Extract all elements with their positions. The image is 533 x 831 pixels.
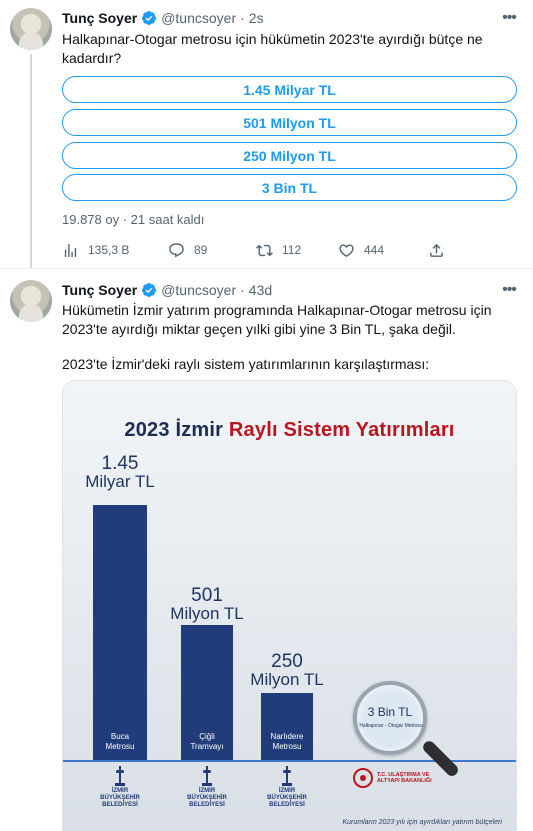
- retweet-icon: [256, 244, 273, 256]
- chart-category-label: Halkapınar - Otogar Metrosu: [359, 723, 423, 729]
- retweet-button[interactable]: 112: [256, 242, 301, 259]
- author-name[interactable]: Tunç Soyer: [62, 282, 137, 298]
- like-count: 444: [364, 243, 385, 257]
- tweet-text-2: 2023'te İzmir'deki raylı sistem yatırıml…: [62, 356, 430, 372]
- author-handle[interactable]: @tuncsoyer: [161, 10, 236, 26]
- izmir-municipality-logo: İZMİR BÜYÜKŞEHİR BELEDİYESİ: [255, 766, 319, 809]
- timestamp[interactable]: 2s: [249, 10, 264, 26]
- logo-text-line: İZMİR: [111, 788, 129, 794]
- avatar[interactable]: [10, 8, 52, 50]
- ministry-seal-icon: [353, 768, 373, 788]
- chart-title-part2: Raylı Sistem Yatırımları: [228, 419, 455, 441]
- tweet-divider: [0, 268, 533, 269]
- reply-button[interactable]: 89: [168, 242, 207, 259]
- tweet-text: Hükümetin İzmir yatırım programında Halk…: [62, 302, 492, 337]
- chart-value-label: 3 Bin TL: [367, 705, 413, 719]
- share-icon: [430, 243, 443, 257]
- heart-icon: [339, 243, 354, 257]
- logo-text-line: BÜYÜKŞEHİR: [100, 795, 140, 801]
- share-button[interactable]: [428, 242, 445, 259]
- chart-category-line: Tramvayı: [190, 742, 224, 751]
- chart-title: 2023 İzmir Raylı Sistem Yatırımları: [63, 419, 516, 442]
- more-dots-icon[interactable]: •••: [499, 8, 519, 28]
- logo-text-line: BÜYÜKŞEHİR: [267, 795, 307, 801]
- chart-category-label: Narlıdere Metrosu: [261, 732, 313, 752]
- chart-category-line: Buca: [110, 732, 130, 741]
- chart-value-number: 1.45: [101, 453, 139, 474]
- logo-text-line: BÜYÜKŞEHİR: [187, 795, 227, 801]
- chart-category-line: Metrosu: [272, 742, 302, 751]
- chart-value-number: 250: [271, 651, 303, 672]
- retweet-count: 112: [282, 243, 302, 257]
- poll-option-1[interactable]: 1.45 Milyar TL: [62, 76, 517, 103]
- tweet-header: Tunç Soyer @tuncsoyer · 43d: [62, 280, 272, 300]
- tweet-text: Halkapınar-Otogar metrosu için hükümetin…: [62, 31, 483, 66]
- verified-badge-icon: [142, 283, 157, 297]
- more-dots-icon[interactable]: •••: [499, 280, 519, 300]
- bar-chart-icon: [64, 243, 77, 257]
- logo-text-line: İZMİR: [278, 788, 296, 794]
- chart-value-label: 501 Milyon TL: [161, 585, 253, 623]
- reply-count: 89: [194, 243, 208, 257]
- clock-tower-icon: [202, 766, 212, 786]
- verified-badge-icon: [142, 11, 157, 25]
- poll-option-2[interactable]: 501 Milyon TL: [62, 109, 517, 136]
- reply-bubble-icon: [169, 242, 184, 257]
- views-count: 135,3 B: [88, 243, 130, 257]
- tweet-header: Tunç Soyer @tuncsoyer · 2s: [62, 8, 264, 28]
- chart-value-unit: Milyar TL: [85, 472, 155, 491]
- logo-text-line: İZMİR: [198, 788, 216, 794]
- chart-category-label: Buca Metrosu: [93, 732, 147, 752]
- separator-dot: ·: [240, 282, 245, 298]
- chart-category-label: Çiğli Tramvayı: [181, 732, 233, 752]
- separator-dot: ·: [240, 10, 245, 26]
- chart-category-line: Narlıdere: [270, 732, 304, 741]
- timestamp[interactable]: 43d: [249, 282, 272, 298]
- poll-option-4[interactable]: 3 Bin TL: [62, 174, 517, 201]
- chart-title-part1: 2023 İzmir: [124, 419, 224, 441]
- logo-text-line: BELEDİYESİ: [189, 802, 225, 808]
- izmir-municipality-logo: İZMİR BÜYÜKŞEHİR BELEDİYESİ: [175, 766, 239, 809]
- views-button[interactable]: 135,3 B: [62, 242, 129, 259]
- clock-tower-icon: [282, 766, 292, 786]
- thread-line: [30, 54, 32, 268]
- chart-value-number: 501: [191, 585, 223, 606]
- ministry-line-2: ALTYAPI BAKANLIĞI: [377, 778, 432, 784]
- action-bar: 135,3 B 89 112 444: [62, 240, 452, 260]
- chart-category-line: Metrosu: [105, 742, 135, 751]
- chart-value-unit: Milyon TL: [250, 670, 324, 689]
- like-button[interactable]: 444: [338, 242, 384, 259]
- poll-option-3[interactable]: 250 Milyon TL: [62, 142, 517, 169]
- chart-category-line: Çiğli: [199, 732, 215, 741]
- author-handle[interactable]: @tuncsoyer: [161, 282, 236, 298]
- chart-value-label: 1.45 Milyar TL: [73, 453, 167, 491]
- chart-bar: [93, 505, 147, 760]
- chart-footnote: Kurumların 2023 yılı için ayırdıkları ya…: [342, 819, 502, 826]
- chart-value-label: 250 Milyon TL: [241, 651, 333, 689]
- author-name[interactable]: Tunç Soyer: [62, 10, 137, 26]
- izmir-municipality-logo: İZMİR BÜYÜKŞEHİR BELEDİYESİ: [87, 766, 153, 809]
- tweet-media-chart[interactable]: 2023 İzmir Raylı Sistem Yatırımları T.C.…: [62, 380, 517, 831]
- poll-meta: 19.878 oy · 21 saat kaldı: [62, 212, 205, 227]
- chart-value-unit: Milyon TL: [170, 604, 244, 623]
- logo-text-line: BELEDİYESİ: [269, 802, 305, 808]
- ministry-logo: T.C. ULAŞTIRMA VE ALTYAPI BAKANLIĞI: [353, 768, 432, 788]
- clock-tower-icon: [115, 766, 125, 786]
- logo-text-line: BELEDİYESİ: [102, 802, 138, 808]
- avatar[interactable]: [10, 280, 52, 322]
